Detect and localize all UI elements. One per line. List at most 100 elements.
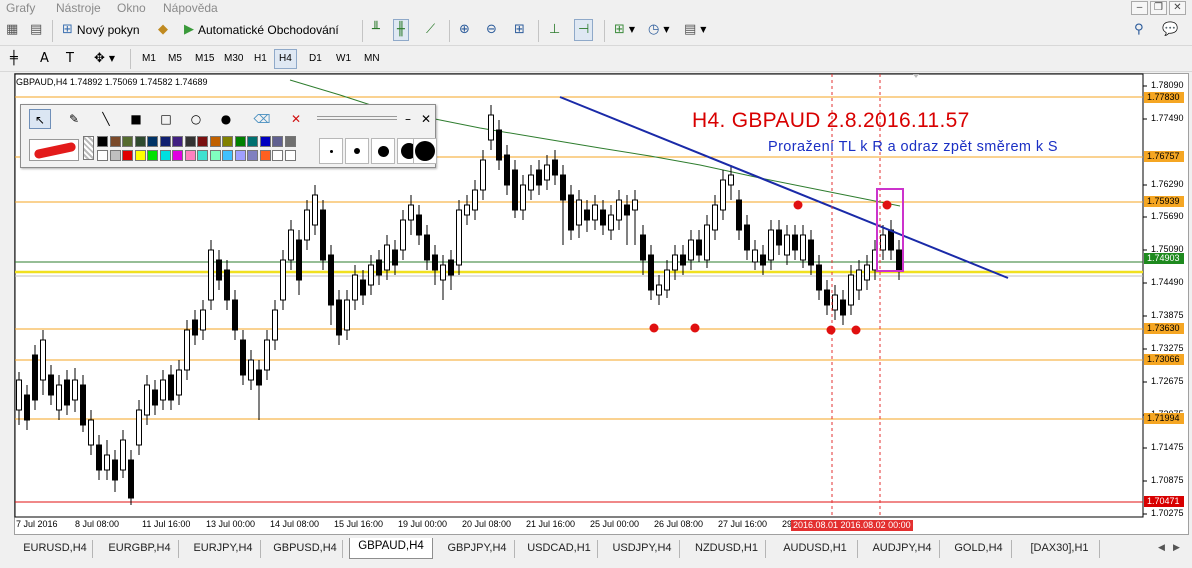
tab-usdcad-h1[interactable]: USDCAD,H1 — [521, 540, 598, 558]
candle-body — [752, 249, 758, 263]
candle-body — [784, 234, 790, 256]
color-swatch[interactable] — [147, 136, 158, 147]
line-width-slider[interactable] — [317, 116, 397, 120]
color-swatch[interactable] — [147, 150, 158, 161]
color-swatch[interactable] — [234, 150, 246, 161]
color-swatch[interactable] — [122, 150, 133, 161]
candle-body — [72, 379, 78, 401]
color-swatch[interactable] — [159, 136, 171, 147]
color-swatch[interactable] — [222, 150, 233, 161]
color-swatch[interactable] — [184, 136, 196, 147]
color-swatch[interactable] — [109, 150, 121, 161]
color-swatch[interactable] — [209, 150, 221, 161]
chart-tabs: EURUSD,H4 EURGBP,H4 EURJPY,H4 GBPUSD,H4 … — [0, 537, 1192, 568]
color-swatch[interactable] — [109, 136, 121, 147]
color-swatch[interactable] — [222, 136, 233, 147]
candle-body — [448, 259, 454, 276]
level-price-box: 1.77830 — [1144, 92, 1184, 103]
color-swatch[interactable] — [272, 136, 283, 147]
annotation-subtitle[interactable]: Proražení TL k R a odraz zpět směrem k S — [768, 139, 1058, 155]
filled-rectangle-tool-icon[interactable]: ■ — [125, 109, 147, 129]
color-swatch[interactable] — [184, 150, 196, 161]
rectangle-tool-icon[interactable]: □ — [155, 109, 177, 129]
candle-body — [768, 229, 774, 261]
tab-dax30-h1[interactable]: [DAX30],H1 — [1020, 540, 1100, 558]
color-swatch[interactable] — [234, 136, 246, 147]
tab-gold-h4[interactable]: GOLD,H4 — [946, 540, 1012, 558]
tab-eurusd-h4[interactable]: EURUSD,H4 — [18, 540, 93, 558]
color-swatch[interactable] — [122, 136, 133, 147]
color-swatch[interactable] — [97, 150, 108, 161]
price-label: 1.74490 — [1151, 277, 1184, 287]
color-swatch[interactable] — [259, 136, 271, 147]
dot-size-3[interactable] — [371, 138, 395, 164]
close-palette-icon[interactable]: ✕ — [415, 109, 437, 129]
color-swatch[interactable] — [197, 136, 208, 147]
dot-size-2[interactable] — [345, 138, 369, 164]
drawing-palette[interactable]: ↖ ✎ ╲ ■ □ ○ ● ⌫ ✕ – ✕ — [20, 104, 437, 168]
color-swatch[interactable] — [172, 136, 183, 147]
candle-body — [184, 329, 190, 371]
tab-nzdusd-h1[interactable]: NZDUSD,H1 — [688, 540, 766, 558]
color-swatch[interactable] — [197, 150, 208, 161]
tab-gbpjpy-h4[interactable]: GBPJPY,H4 — [440, 540, 515, 558]
candle-body — [376, 259, 382, 276]
transparent-swatch[interactable] — [83, 136, 94, 160]
tab-gbpaud-h4[interactable]: GBPAUD,H4 — [349, 538, 433, 559]
scroll-left-icon[interactable]: ◀ — [1158, 542, 1165, 553]
candle-body — [112, 459, 118, 481]
color-swatch[interactable] — [284, 136, 296, 147]
candle-body — [56, 384, 62, 411]
candle-body — [144, 384, 150, 416]
color-swatch[interactable] — [159, 150, 171, 161]
eraser-tool-icon[interactable]: ⌫ — [251, 109, 273, 129]
candle-body — [760, 254, 766, 266]
tab-eurjpy-h4[interactable]: EURJPY,H4 — [186, 540, 261, 558]
dot-size-1[interactable] — [319, 138, 343, 164]
tab-gbpusd-h4[interactable]: GBPUSD,H4 — [268, 540, 343, 558]
candle-body — [120, 439, 126, 471]
line-tool-icon[interactable]: ╲ — [95, 109, 117, 129]
time-label: 7 Jul 2016 — [16, 519, 58, 529]
color-swatch[interactable] — [172, 150, 183, 161]
pencil-tool-icon[interactable]: ✎ — [63, 109, 85, 129]
scroll-right-icon[interactable]: ▶ — [1173, 542, 1180, 553]
candle-body — [296, 239, 302, 281]
color-swatch[interactable] — [134, 136, 146, 147]
color-swatch[interactable] — [247, 136, 258, 147]
candle-body — [416, 214, 422, 236]
annotation-title[interactable]: H4. GBPAUD 2.8.2016.11.57 — [692, 109, 970, 133]
time-label: 25 Jul 00:00 — [590, 519, 640, 529]
pointer-tool-icon[interactable]: ↖ — [29, 109, 51, 129]
color-swatch[interactable] — [259, 150, 271, 161]
time-label: 20 Jul 08:00 — [462, 519, 512, 529]
candle-body — [216, 259, 222, 281]
candle-body — [152, 389, 158, 406]
tab-audusd-h1[interactable]: AUDUSD,H1 — [773, 540, 858, 558]
candle-body — [504, 154, 510, 186]
level-price-box: 1.76757 — [1144, 151, 1184, 162]
current-brush-preview[interactable] — [29, 139, 79, 161]
color-swatch[interactable] — [134, 150, 146, 161]
candle-body — [552, 159, 558, 176]
candle-body — [384, 244, 390, 271]
level-price-box: 1.71994 — [1144, 413, 1184, 424]
tab-eurgbp-h4[interactable]: EURGBP,H4 — [101, 540, 179, 558]
pivot-marker — [826, 325, 836, 335]
time-label: 14 Jul 08:00 — [270, 519, 320, 529]
candle-body — [728, 174, 734, 186]
color-swatch[interactable] — [284, 150, 296, 161]
dot-size-5[interactable] — [413, 138, 437, 164]
tab-usdjpy-h4[interactable]: USDJPY,H4 — [605, 540, 680, 558]
color-swatch[interactable] — [97, 136, 108, 147]
filled-ellipse-tool-icon[interactable]: ● — [215, 109, 237, 129]
delete-tool-icon[interactable]: ✕ — [285, 109, 307, 129]
price-label: 1.73275 — [1151, 343, 1184, 353]
candle-body — [600, 209, 606, 226]
candle-body — [712, 204, 718, 231]
ellipse-tool-icon[interactable]: ○ — [185, 109, 207, 129]
tab-audjpy-h4[interactable]: AUDJPY,H4 — [865, 540, 940, 558]
color-swatch[interactable] — [247, 150, 258, 161]
color-swatch[interactable] — [209, 136, 221, 147]
color-swatch[interactable] — [272, 150, 283, 161]
